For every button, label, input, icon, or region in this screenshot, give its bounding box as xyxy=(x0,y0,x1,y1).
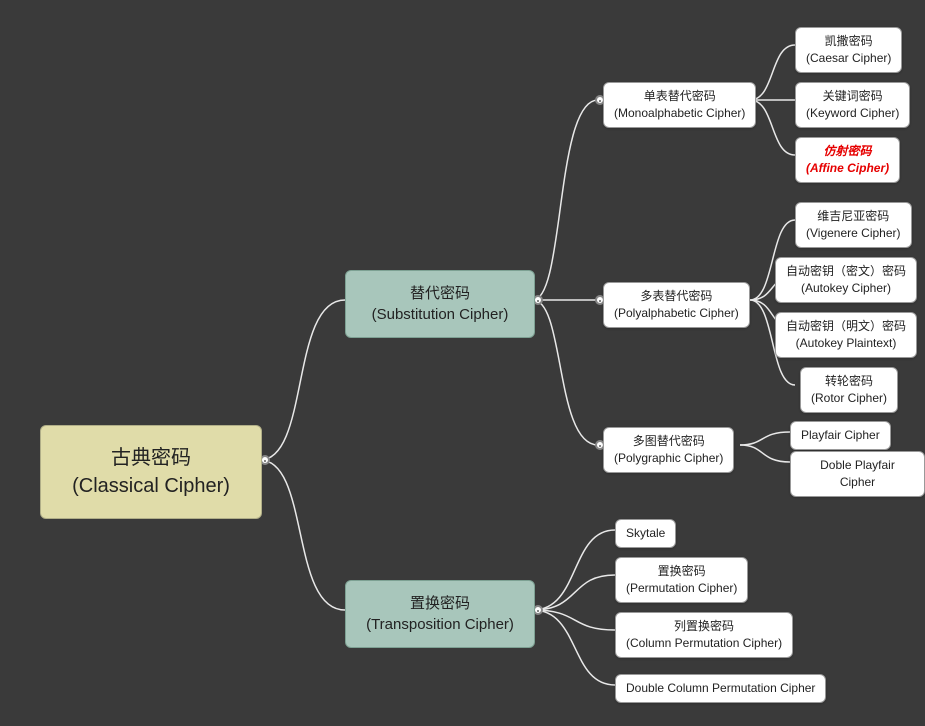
leaf-skytale[interactable]: Skytale xyxy=(615,519,676,548)
leaf-label-en: (Autokey Cipher) xyxy=(801,280,891,297)
leaf-label-cn: 置换密码 xyxy=(658,563,706,580)
leaf-label-cn: 维吉尼亚密码 xyxy=(817,208,889,225)
branch-label-cn: 替代密码 xyxy=(410,283,470,304)
root-label-cn: 古典密码 xyxy=(111,444,191,472)
leaf-label-cn: 仿射密码 xyxy=(824,143,872,160)
leaf-label: Doble Playfair Cipher xyxy=(801,457,914,491)
leaf-label-cn: 凯撒密码 xyxy=(825,33,873,50)
leaf-rotor[interactable]: 转轮密码 (Rotor Cipher) xyxy=(800,367,898,413)
leaf-vigenere[interactable]: 维吉尼亚密码 (Vigenere Cipher) xyxy=(795,202,912,248)
leaf-label-cn: 转轮密码 xyxy=(825,373,873,390)
leaf-column-permutation[interactable]: 列置换密码 (Column Permutation Cipher) xyxy=(615,612,793,658)
sub-label-cn: 单表替代密码 xyxy=(644,88,716,105)
leaf-caesar[interactable]: 凯撒密码 (Caesar Cipher) xyxy=(795,27,902,73)
branch-substitution[interactable]: 替代密码 (Substitution Cipher) xyxy=(345,270,535,338)
leaf-label-cn: 自动密钥（明文）密码 xyxy=(786,318,906,335)
branch-label-en: (Substitution Cipher) xyxy=(372,304,509,325)
branch-label-en: (Transposition Cipher) xyxy=(366,614,514,635)
leaf-label: Skytale xyxy=(626,525,665,542)
leaf-permutation[interactable]: 置换密码 (Permutation Cipher) xyxy=(615,557,748,603)
sub-polyalphabetic[interactable]: 多表替代密码 (Polyalphabetic Cipher) xyxy=(603,282,750,328)
leaf-label-en: (Affine Cipher) xyxy=(806,160,889,177)
leaf-playfair[interactable]: Playfair Cipher xyxy=(790,421,891,450)
leaf-label: Double Column Permutation Cipher xyxy=(626,680,815,697)
leaf-label-en: (Autokey Plaintext) xyxy=(796,335,897,352)
leaf-label-en: (Keyword Cipher) xyxy=(806,105,899,122)
leaf-label: Playfair Cipher xyxy=(801,427,880,444)
leaf-label-cn: 关键词密码 xyxy=(823,88,883,105)
root-node[interactable]: 古典密码 (Classical Cipher) xyxy=(40,425,262,519)
leaf-label-en: (Vigenere Cipher) xyxy=(806,225,901,242)
leaf-label-cn: 列置换密码 xyxy=(674,618,734,635)
sub-polygraphic[interactable]: 多图替代密码 (Polygraphic Cipher) xyxy=(603,427,734,473)
sub-label-en: (Polyalphabetic Cipher) xyxy=(614,305,739,322)
leaf-autokey-cipher[interactable]: 自动密钥（密文）密码 (Autokey Cipher) xyxy=(775,257,917,303)
leaf-label-en: (Permutation Cipher) xyxy=(626,580,737,597)
leaf-keyword[interactable]: 关键词密码 (Keyword Cipher) xyxy=(795,82,910,128)
leaf-affine[interactable]: 仿射密码 (Affine Cipher) xyxy=(795,137,900,183)
sub-label-cn: 多表替代密码 xyxy=(640,288,712,305)
branch-label-cn: 置换密码 xyxy=(410,593,470,614)
leaf-label-cn: 自动密钥（密文）密码 xyxy=(786,263,906,280)
sub-label-cn: 多图替代密码 xyxy=(633,433,705,450)
leaf-label-en: (Rotor Cipher) xyxy=(811,390,887,407)
root-label-en: (Classical Cipher) xyxy=(72,472,230,500)
leaf-autokey-plaintext[interactable]: 自动密钥（明文）密码 (Autokey Plaintext) xyxy=(775,312,917,358)
leaf-label-en: (Column Permutation Cipher) xyxy=(626,635,782,652)
leaf-double-column-permutation[interactable]: Double Column Permutation Cipher xyxy=(615,674,826,703)
sub-monoalphabetic[interactable]: 单表替代密码 (Monoalphabetic Cipher) xyxy=(603,82,756,128)
leaf-double-playfair[interactable]: Doble Playfair Cipher xyxy=(790,451,925,497)
leaf-label-en: (Caesar Cipher) xyxy=(806,50,891,67)
branch-transposition[interactable]: 置换密码 (Transposition Cipher) xyxy=(345,580,535,648)
sub-label-en: (Monoalphabetic Cipher) xyxy=(614,105,745,122)
sub-label-en: (Polygraphic Cipher) xyxy=(614,450,723,467)
